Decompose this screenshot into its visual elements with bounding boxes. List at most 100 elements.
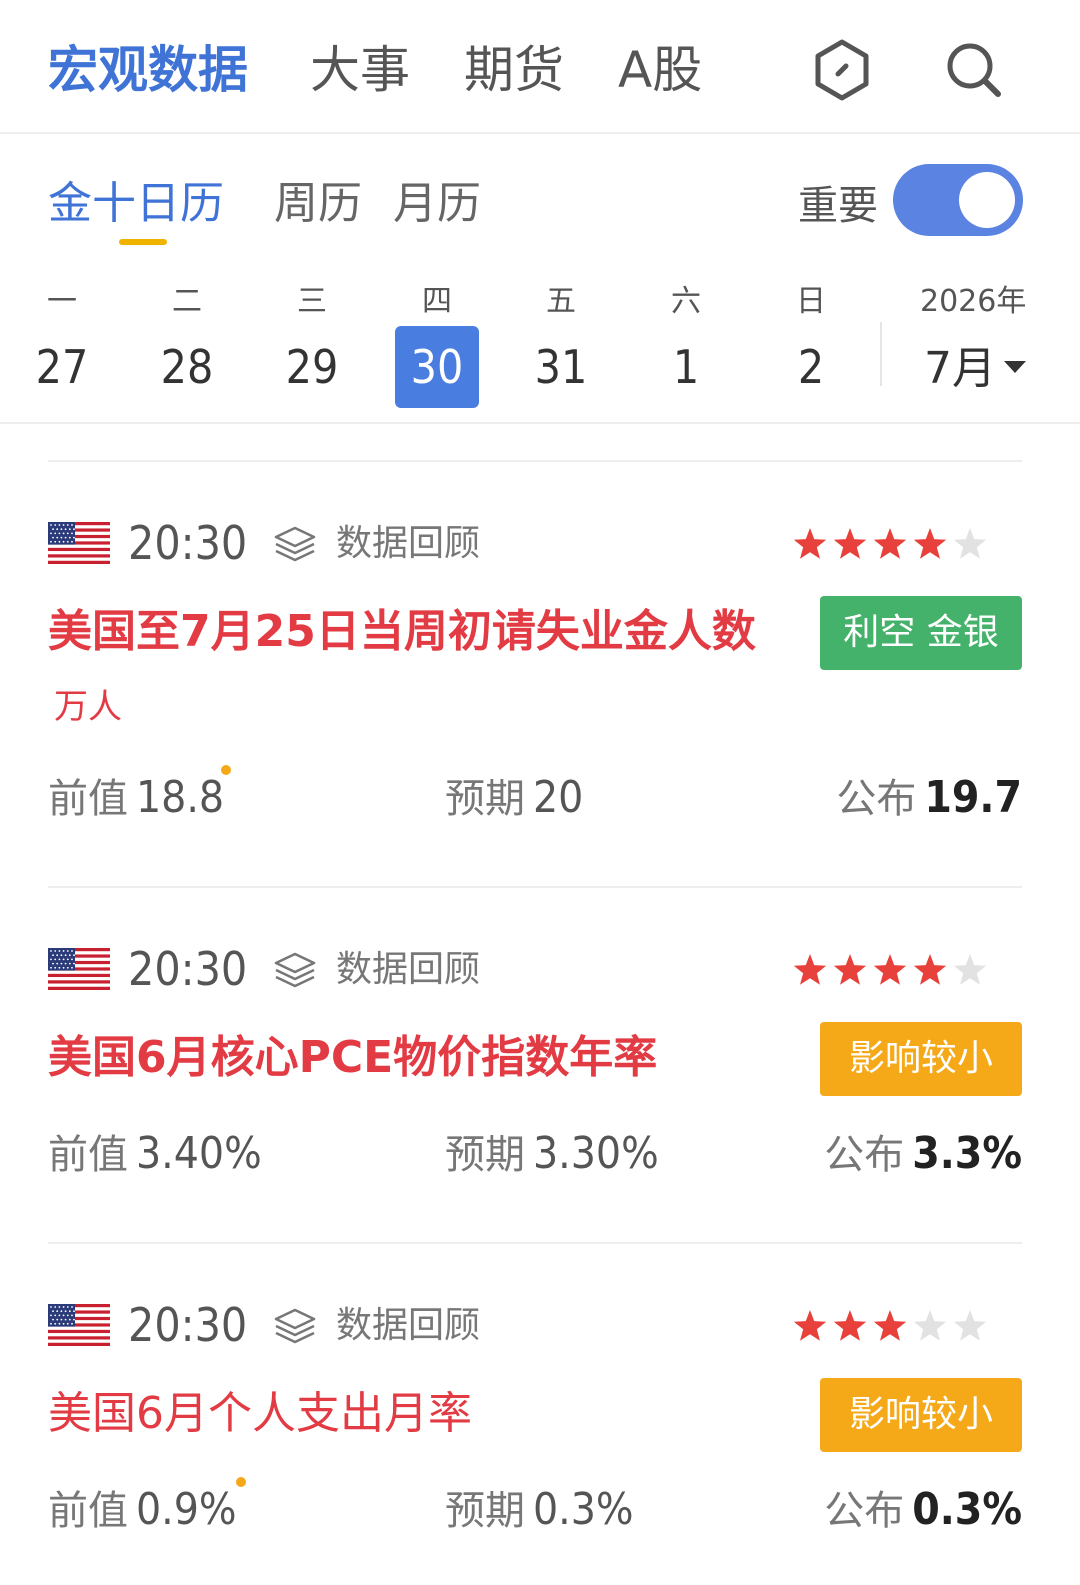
expected-number: 3.30% bbox=[533, 1128, 659, 1179]
weekday-label: 一 bbox=[47, 284, 77, 319]
important-label: 重要 bbox=[798, 183, 878, 229]
expected-label: 预期 bbox=[445, 776, 525, 822]
importance-stars bbox=[790, 1306, 990, 1346]
day-thu-selected[interactable]: 四 30 bbox=[395, 264, 479, 408]
star-icon bbox=[790, 1306, 830, 1346]
date-number: 1 bbox=[672, 340, 700, 394]
star-icon bbox=[910, 1306, 950, 1346]
star-icon bbox=[790, 524, 830, 564]
impact-badge: 影响较小 bbox=[820, 1378, 1022, 1452]
published-value: 公布 19.7 bbox=[836, 768, 1022, 837]
hexagon-icon[interactable] bbox=[808, 36, 876, 104]
impact-badge: 利空 金银 bbox=[820, 596, 1022, 670]
published-number: 19.7 bbox=[924, 772, 1022, 823]
layers-icon bbox=[272, 1306, 318, 1346]
date-number: 28 bbox=[160, 340, 214, 394]
previous-value: 前值 0.9% bbox=[48, 1480, 237, 1549]
search-icon[interactable] bbox=[940, 36, 1008, 104]
data-review-link[interactable]: 数据回顾 bbox=[336, 518, 480, 570]
previous-number: 0.9% bbox=[136, 1484, 237, 1535]
star-icon bbox=[870, 950, 910, 990]
important-toggle[interactable] bbox=[893, 164, 1023, 236]
weekday-label: 六 bbox=[671, 284, 701, 319]
toggle-knob bbox=[959, 172, 1015, 228]
date-number: 2 bbox=[797, 340, 825, 394]
impact-badge: 影响较小 bbox=[820, 1022, 1022, 1096]
tab-big-events[interactable]: 大事 bbox=[310, 38, 410, 102]
event-values: 前值 18.8 预期 20 公布 19.7 bbox=[0, 765, 1080, 828]
expected-label: 预期 bbox=[445, 1488, 525, 1534]
expected-label: 预期 bbox=[445, 1132, 525, 1178]
event-title: 美国6月核心PCE物价指数年率 bbox=[48, 1022, 778, 1094]
previous-value: 前值 18.8 bbox=[48, 768, 224, 837]
tab-month-calendar[interactable]: 月历 bbox=[393, 176, 481, 232]
calendar-subtabs: 金十日历 周历 月历 重要 bbox=[0, 134, 1080, 264]
star-icon bbox=[910, 950, 950, 990]
day-wed[interactable]: 三 29 bbox=[270, 264, 354, 408]
event-title: 美国至7月25日当周初请失业金人数万人 bbox=[48, 596, 778, 743]
event-title: 美国6月个人支出月率 bbox=[48, 1378, 778, 1450]
star-icon bbox=[830, 1306, 870, 1346]
day-fri[interactable]: 五 31 bbox=[519, 264, 603, 408]
published-label: 公布 bbox=[836, 776, 917, 822]
tab-jin10-calendar[interactable]: 金十日历 bbox=[48, 176, 224, 232]
event-time: 20:30 bbox=[128, 516, 248, 570]
previous-label: 前值 bbox=[48, 1488, 128, 1534]
tab-a-shares[interactable]: A股 bbox=[618, 38, 702, 102]
weekday-label: 四 bbox=[422, 284, 452, 319]
week-strip: 一 27 二 28 三 29 四 30 五 31 六 1 日 2 2026年 7… bbox=[0, 264, 1080, 424]
divider bbox=[48, 460, 1022, 462]
event-values: 前值 3.40% 预期 3.30% 公布 3.3% bbox=[0, 1124, 1080, 1184]
expected-value: 预期 3.30% bbox=[445, 1124, 659, 1193]
event-title-text: 美国6月个人支出月率 bbox=[48, 1388, 472, 1439]
day-mon[interactable]: 一 27 bbox=[20, 264, 104, 408]
published-label: 公布 bbox=[824, 1132, 905, 1178]
star-icon bbox=[830, 950, 870, 990]
month-label: 7月 bbox=[924, 343, 996, 394]
revised-dot bbox=[221, 765, 231, 775]
weekday-label: 日 bbox=[796, 284, 826, 319]
weekday-label: 五 bbox=[546, 284, 576, 319]
date-number: 31 bbox=[534, 340, 588, 394]
active-tab-indicator bbox=[119, 239, 167, 245]
divider bbox=[48, 1242, 1022, 1244]
published-number: 0.3% bbox=[912, 1484, 1022, 1535]
star-icon bbox=[910, 524, 950, 564]
year-label: 2026年 bbox=[920, 284, 1027, 319]
month-selector[interactable]: 7月 bbox=[924, 328, 1026, 410]
tab-week-calendar[interactable]: 周历 bbox=[274, 176, 362, 232]
weekday-label: 二 bbox=[172, 284, 202, 319]
expected-number: 0.3% bbox=[533, 1484, 634, 1535]
importance-stars bbox=[790, 524, 990, 564]
star-icon bbox=[870, 1306, 910, 1346]
divider bbox=[48, 886, 1022, 888]
revised-dot bbox=[236, 1477, 246, 1487]
expected-value: 预期 0.3% bbox=[445, 1480, 634, 1549]
day-sun[interactable]: 日 2 bbox=[769, 264, 853, 408]
published-label: 公布 bbox=[824, 1488, 905, 1534]
previous-number: 3.40% bbox=[136, 1128, 262, 1179]
layers-icon bbox=[272, 950, 318, 990]
published-value: 公布 3.3% bbox=[824, 1124, 1022, 1193]
event-unit: 万人 bbox=[54, 687, 122, 727]
data-review-link[interactable]: 数据回顾 bbox=[336, 944, 480, 996]
day-sat[interactable]: 六 1 bbox=[644, 264, 728, 408]
tab-futures[interactable]: 期货 bbox=[464, 38, 564, 102]
tab-macro-data[interactable]: 宏观数据 bbox=[48, 38, 248, 102]
previous-label: 前值 bbox=[48, 1132, 128, 1178]
date-number: 29 bbox=[285, 340, 339, 394]
event-time: 20:30 bbox=[128, 1298, 248, 1352]
previous-label: 前值 bbox=[48, 776, 128, 822]
us-flag-icon bbox=[48, 522, 110, 565]
published-number: 3.3% bbox=[912, 1128, 1022, 1179]
data-review-link[interactable]: 数据回顾 bbox=[336, 1300, 480, 1352]
star-icon bbox=[950, 950, 990, 990]
star-icon bbox=[790, 950, 830, 990]
previous-value: 前值 3.40% bbox=[48, 1124, 262, 1193]
expected-value: 预期 20 bbox=[445, 768, 583, 837]
event-time: 20:30 bbox=[128, 942, 248, 996]
event-title-text: 美国至7月25日当周初请失业金人数 bbox=[48, 606, 756, 657]
weekday-label: 三 bbox=[297, 284, 327, 319]
day-tue[interactable]: 二 28 bbox=[145, 264, 229, 408]
date-number: 30 bbox=[395, 326, 479, 408]
